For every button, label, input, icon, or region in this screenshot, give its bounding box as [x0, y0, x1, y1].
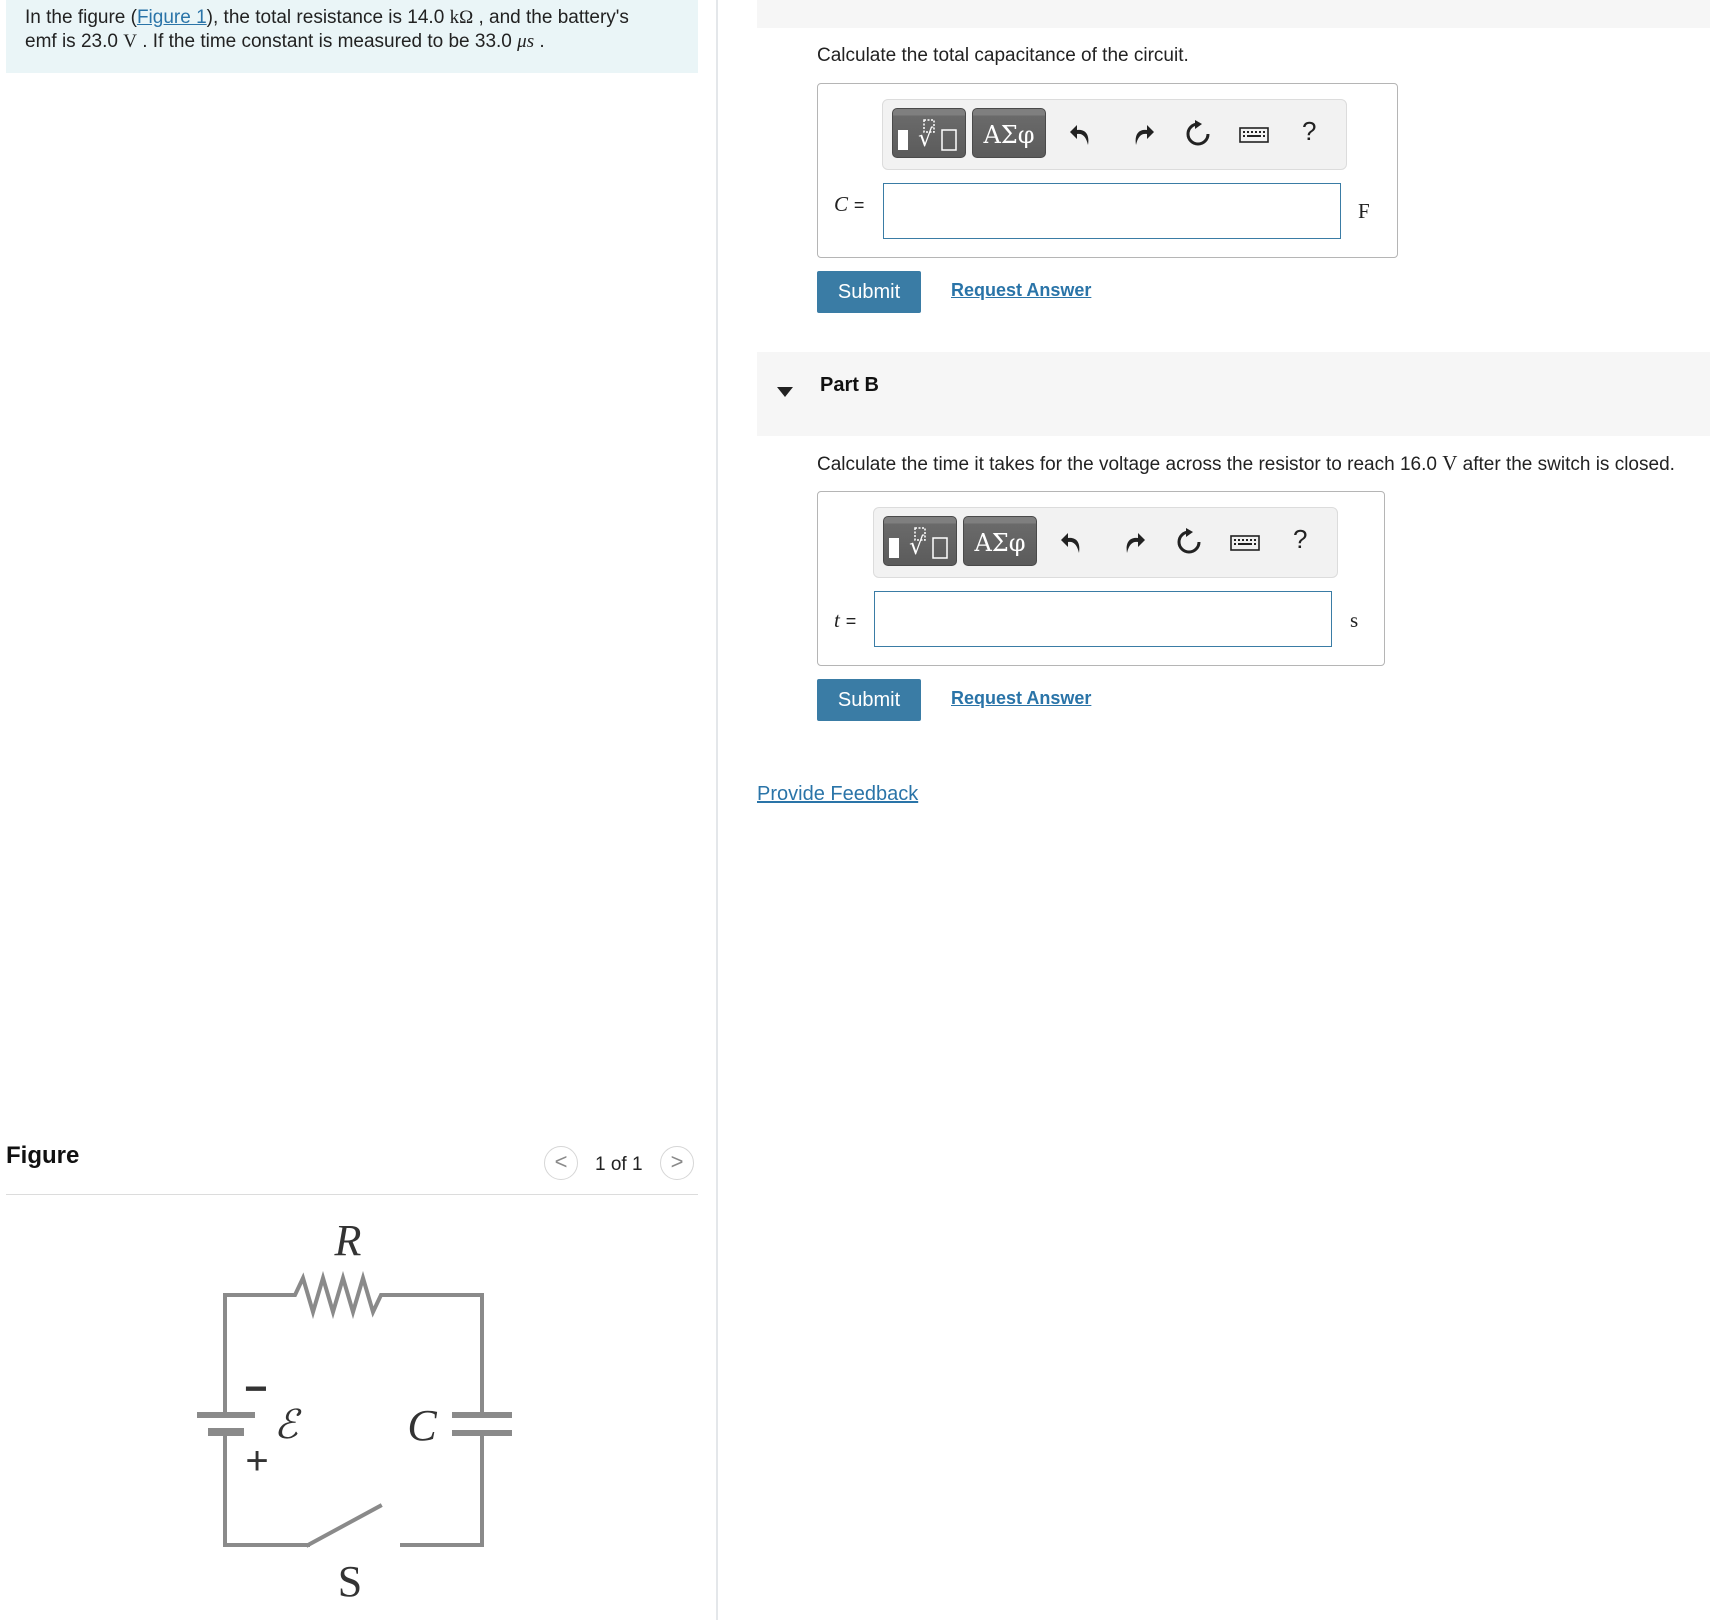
prompt-text-part: after the switch is closed.: [1457, 454, 1675, 475]
part-b-title: Part B: [820, 374, 879, 396]
help-icon[interactable]: ?: [1302, 116, 1316, 147]
circuit-wires: [223, 1270, 484, 1548]
previous-figure-button[interactable]: <: [544, 1146, 578, 1180]
next-figure-button[interactable]: >: [660, 1146, 694, 1180]
unit-second: s: [1350, 608, 1359, 632]
templates-button[interactable]: √: [883, 516, 957, 566]
variable-c: C: [834, 192, 849, 216]
svg-text:√: √: [909, 532, 925, 560]
keyboard-icon[interactable]: [1229, 527, 1261, 557]
greek-symbols-button[interactable]: ΑΣφ: [963, 516, 1037, 566]
templates-icon: √: [889, 527, 948, 560]
equals-sign: =: [845, 611, 857, 631]
problem-text-part: , and the battery's: [473, 7, 629, 28]
undo-icon[interactable]: [1059, 527, 1089, 557]
problem-text-part: emf is 23.0: [25, 31, 124, 52]
problem-text-part: In the figure (: [25, 7, 137, 28]
part-a-request-answer-link[interactable]: Request Answer: [951, 280, 1091, 301]
figure-link[interactable]: Figure 1: [137, 7, 207, 28]
problem-text-part: . If the time constant is measured to be…: [136, 31, 518, 52]
svg-text:√: √: [918, 124, 934, 152]
problem-text-part: ), the total resistance is 14.0: [206, 7, 450, 28]
part-a-answer-box: √ ΑΣφ ? C = F: [817, 83, 1398, 258]
reset-icon[interactable]: [1183, 119, 1213, 149]
figure-heading: Figure: [6, 1142, 80, 1169]
templates-button[interactable]: √: [892, 108, 966, 158]
problem-text-part: .: [534, 31, 545, 52]
unit-volt: V: [1442, 451, 1458, 475]
part-a-header: [757, 0, 1710, 28]
battery-short-plate: [208, 1428, 244, 1436]
switch-blade: [305, 1503, 383, 1548]
capacitance-input[interactable]: [883, 183, 1341, 239]
help-icon[interactable]: ?: [1293, 524, 1307, 555]
reset-icon[interactable]: [1174, 527, 1204, 557]
column-divider: [716, 0, 718, 1620]
label-c: C: [407, 1401, 437, 1450]
part-b-prompt: Calculate the time it takes for the volt…: [817, 451, 1675, 476]
part-b-request-answer-link[interactable]: Request Answer: [951, 688, 1091, 709]
label-s: S: [338, 1557, 362, 1606]
collapse-caret-icon[interactable]: [776, 386, 794, 398]
part-a-submit-button[interactable]: Submit: [817, 271, 921, 313]
problem-statement: In the figure (Figure 1), the total resi…: [25, 6, 685, 54]
wire-right-lower: [400, 1432, 484, 1547]
label-minus: −: [244, 1367, 267, 1411]
redo-icon[interactable]: [1117, 527, 1147, 557]
part-b-variable-label: t =: [834, 608, 856, 633]
time-input[interactable]: [874, 591, 1332, 647]
greek-label: ΑΣφ: [983, 121, 1035, 149]
label-emf: ℰ: [274, 1402, 302, 1448]
part-b-submit-button[interactable]: Submit: [817, 679, 921, 721]
unit-volt: V: [123, 31, 137, 52]
math-toolbar: √ ΑΣφ ?: [873, 507, 1338, 578]
undo-icon[interactable]: [1068, 119, 1098, 149]
part-b-header[interactable]: Part B: [757, 352, 1710, 436]
capacitor-plate-bottom: [452, 1430, 512, 1436]
equals-sign: =: [853, 195, 865, 215]
battery-long-plate: [197, 1412, 255, 1418]
unit-farad: F: [1358, 199, 1370, 223]
label-r: R: [334, 1216, 362, 1265]
unit-microsecond: μs: [517, 31, 535, 52]
figure-counter: 1 of 1: [595, 1154, 643, 1175]
part-a-variable-label: C =: [834, 192, 864, 217]
redo-icon[interactable]: [1126, 119, 1156, 149]
capacitor-plate-top: [452, 1412, 512, 1418]
rc-circuit-diagram: R − ℰ + C S: [197, 1216, 512, 1606]
figure-divider: [6, 1194, 698, 1195]
greek-label: ΑΣφ: [974, 529, 1026, 557]
prompt-text-part: Calculate the time it takes for the volt…: [817, 454, 1443, 475]
math-toolbar: √ ΑΣφ ?: [882, 99, 1347, 170]
variable-t: t: [834, 608, 840, 632]
resistor: [223, 1270, 484, 1320]
keyboard-icon[interactable]: [1238, 119, 1270, 149]
part-a-prompt: Calculate the total capacitance of the c…: [817, 45, 1189, 66]
templates-icon: √: [898, 119, 957, 152]
greek-symbols-button[interactable]: ΑΣφ: [972, 108, 1046, 158]
provide-feedback-link[interactable]: Provide Feedback: [757, 783, 918, 806]
unit-kohm: kΩ: [449, 7, 474, 28]
part-b-answer-box: √ ΑΣφ ? t = s: [817, 491, 1385, 666]
label-plus: +: [245, 1439, 268, 1483]
